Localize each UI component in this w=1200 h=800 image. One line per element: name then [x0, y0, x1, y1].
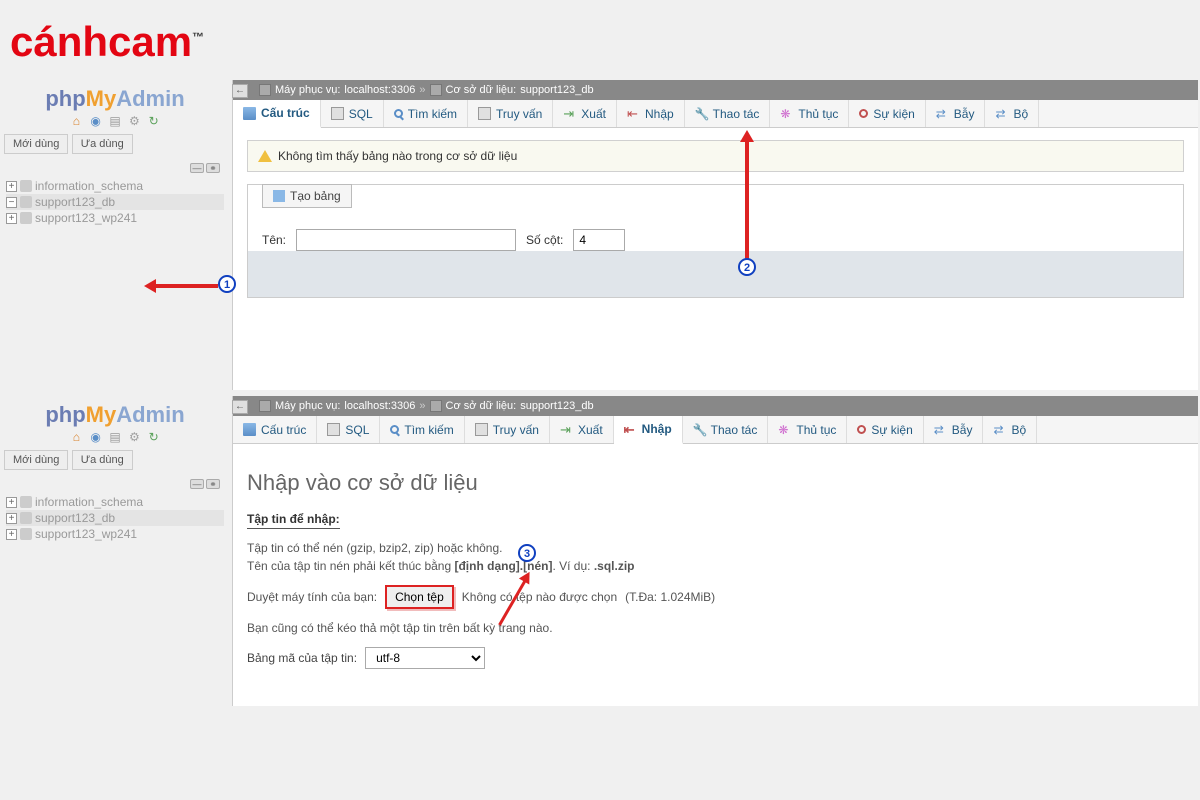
- tree-item-information-schema[interactable]: +information_schema: [6, 178, 224, 194]
- db-tree: +information_schema −support123_db +supp…: [0, 176, 230, 228]
- annotation-badge-1: 1: [218, 275, 236, 293]
- reload-icon[interactable]: ↻: [147, 430, 161, 444]
- tab-sql[interactable]: SQL: [321, 100, 384, 127]
- tab-query[interactable]: Truy vấn: [468, 100, 553, 127]
- file-hint-2: Tên của tập tin nén phải kết thúc bằng […: [247, 557, 1184, 575]
- tab-search[interactable]: Tìm kiếm: [384, 100, 468, 127]
- nav-back-icon[interactable]: ←: [232, 84, 248, 98]
- recent-button[interactable]: Mới dùng: [4, 450, 68, 470]
- tree-item-support123-wp241[interactable]: +support123_wp241: [6, 210, 224, 226]
- charset-label: Bảng mã của tập tin:: [247, 651, 357, 665]
- tree-item-information-schema[interactable]: +information_schema: [6, 494, 224, 510]
- file-section-heading: Tập tin để nhập:: [247, 512, 340, 529]
- cols-label: Số cột:: [526, 233, 563, 247]
- no-file-label: Không có tệp nào được chọn: [462, 590, 617, 604]
- tab-import[interactable]: ⇤Nhập: [617, 100, 685, 127]
- create-table-group: Tạo bảng Tên: Số cột:: [247, 184, 1184, 298]
- favorites-button[interactable]: Ưa dùng: [72, 450, 133, 470]
- table-name-input[interactable]: [296, 229, 516, 251]
- recent-button[interactable]: Mới dùng: [4, 134, 68, 154]
- tab-export[interactable]: ⇥Xuất: [550, 416, 614, 443]
- db-tree: +information_schema +support123_db +supp…: [0, 492, 230, 544]
- collapse-icon[interactable]: —: [190, 479, 204, 489]
- choose-file-button[interactable]: Chọn tệp: [385, 585, 454, 609]
- reload-icon[interactable]: ↻: [147, 114, 161, 128]
- main-panel-1: ← Máy phục vụ: localhost:3306 » Cơ sở dữ…: [232, 80, 1198, 390]
- phpmyadmin-logo: phpMyAdmin: [0, 80, 230, 114]
- drag-hint: Bạn cũng có thể kéo thả một tập tin trên…: [247, 619, 1184, 637]
- link-icon[interactable]: ⚭: [206, 479, 220, 489]
- breadcrumb-server[interactable]: localhost:3306: [344, 84, 415, 96]
- home-icon[interactable]: ⌂: [69, 430, 83, 444]
- tab-more[interactable]: ⇄Bộ: [983, 416, 1037, 443]
- notice-no-tables: Không tìm thấy bảng nào trong cơ sở dữ l…: [247, 140, 1184, 172]
- create-table-button[interactable]: Tạo bảng: [262, 184, 352, 208]
- breadcrumb-db[interactable]: support123_db: [520, 400, 593, 412]
- tree-item-support123-db[interactable]: +support123_db: [6, 510, 224, 526]
- annotation-badge-2: 2: [738, 258, 756, 276]
- nav-back-icon[interactable]: ←: [232, 400, 248, 414]
- tab-routines[interactable]: ❋Thủ tục: [770, 100, 849, 127]
- tab-routines[interactable]: ❋Thủ tục: [768, 416, 847, 443]
- docs-icon[interactable]: ▤: [108, 114, 122, 128]
- import-title: Nhập vào cơ sở dữ liệu: [247, 456, 1184, 512]
- tab-query[interactable]: Truy vấn: [465, 416, 550, 443]
- phpmyadmin-logo: phpMyAdmin: [0, 396, 230, 430]
- logout-icon[interactable]: ◉: [89, 430, 103, 444]
- database-icon: [430, 400, 442, 412]
- browse-label: Duyệt máy tính của bạn:: [247, 590, 377, 604]
- tree-item-support123-db[interactable]: −support123_db: [6, 194, 224, 210]
- table-new-icon: [273, 190, 285, 202]
- tab-operations[interactable]: 🔧Thao tác: [683, 416, 769, 443]
- tab-sql[interactable]: SQL: [317, 416, 380, 443]
- breadcrumb-server[interactable]: localhost:3306: [344, 400, 415, 412]
- breadcrumb: Máy phục vụ: localhost:3306 » Cơ sở dữ l…: [233, 396, 1198, 416]
- breadcrumb-db[interactable]: support123_db: [520, 84, 593, 96]
- settings-icon[interactable]: ⚙: [127, 114, 141, 128]
- file-hint-1: Tập tin có thể nén (gzip, bzip2, zip) ho…: [247, 539, 1184, 557]
- tab-operations[interactable]: 🔧Thao tác: [685, 100, 771, 127]
- tab-search[interactable]: Tìm kiếm: [380, 416, 464, 443]
- tab-structure[interactable]: Cấu trúc: [233, 100, 321, 128]
- link-icon[interactable]: ⚭: [206, 163, 220, 173]
- brand-logo: cánhcam™: [10, 18, 204, 66]
- server-icon: [259, 400, 271, 412]
- tab-triggers[interactable]: ⇄Bẫy: [926, 100, 986, 127]
- annotation-badge-3: 3: [518, 544, 536, 562]
- tab-export[interactable]: ⇥Xuất: [553, 100, 617, 127]
- tree-item-support123-wp241[interactable]: +support123_wp241: [6, 526, 224, 542]
- settings-icon[interactable]: ⚙: [127, 430, 141, 444]
- tab-triggers[interactable]: ⇄Bẫy: [924, 416, 984, 443]
- tab-events[interactable]: Sự kiện: [847, 416, 923, 443]
- docs-icon[interactable]: ▤: [108, 430, 122, 444]
- sidebar-panel-1: phpMyAdmin ⌂ ◉ ▤ ⚙ ↻ Mới dùng Ưa dùng —⚭…: [0, 80, 230, 390]
- tab-bar-2: Cấu trúc SQL Tìm kiếm Truy vấn ⇥Xuất ⇤Nh…: [233, 416, 1198, 444]
- sidebar-panel-2: phpMyAdmin ⌂ ◉ ▤ ⚙ ↻ Mới dùng Ưa dùng —⚭…: [0, 396, 230, 706]
- name-label: Tên:: [262, 233, 286, 247]
- charset-select[interactable]: utf-8: [365, 647, 485, 669]
- tab-more[interactable]: ⇄Bộ: [985, 100, 1039, 127]
- breadcrumb: Máy phục vụ: localhost:3306 » Cơ sở dữ l…: [233, 80, 1198, 100]
- tab-structure[interactable]: Cấu trúc: [233, 416, 317, 443]
- tab-bar-1: Cấu trúc SQL Tìm kiếm Truy vấn ⇥Xuất ⇤Nh…: [233, 100, 1198, 128]
- table-cols-input[interactable]: [573, 229, 625, 251]
- database-icon: [430, 84, 442, 96]
- max-size-label: (T.Đa: 1.024MiB): [625, 590, 715, 604]
- favorites-button[interactable]: Ưa dùng: [72, 134, 133, 154]
- logout-icon[interactable]: ◉: [89, 114, 103, 128]
- main-panel-2: ← Máy phục vụ: localhost:3306 » Cơ sở dữ…: [232, 396, 1198, 706]
- tab-import[interactable]: ⇤Nhập: [614, 416, 683, 444]
- collapse-icon[interactable]: —: [190, 163, 204, 173]
- server-icon: [259, 84, 271, 96]
- tab-events[interactable]: Sự kiện: [849, 100, 925, 127]
- home-icon[interactable]: ⌂: [69, 114, 83, 128]
- warning-icon: [258, 150, 272, 162]
